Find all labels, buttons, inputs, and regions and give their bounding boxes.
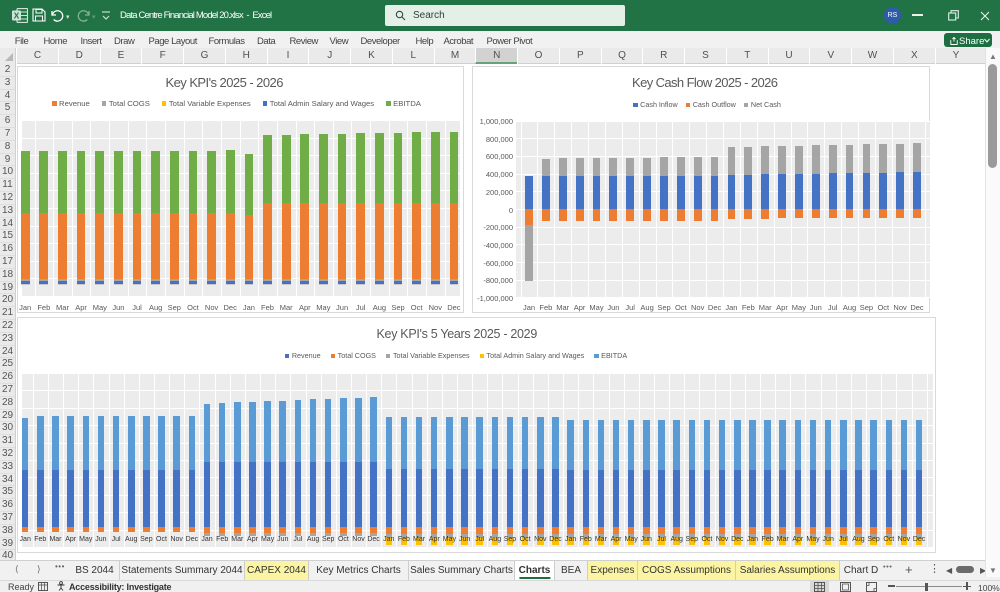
svg-text:X: X (14, 11, 20, 21)
